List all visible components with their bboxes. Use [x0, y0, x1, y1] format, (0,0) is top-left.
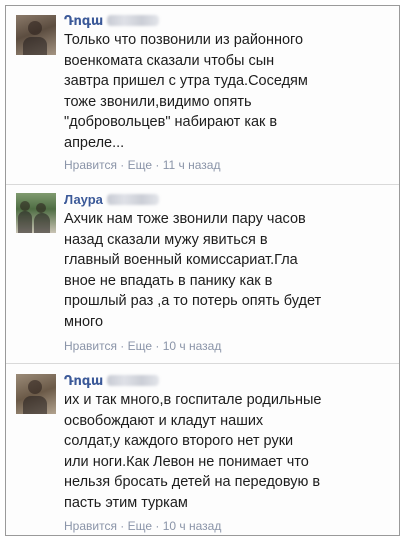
- comment-author[interactable]: Դոգա: [64, 372, 389, 390]
- comment-text-line: вное не впадать в панику как в: [64, 272, 273, 289]
- comment-text-line: завтра пришел с утра туда.Соседям: [64, 73, 308, 89]
- comment-text-line: их и так много,в госпитале родильные: [64, 392, 322, 408]
- comment-text-line: "добровольцев" набирают как в: [64, 114, 278, 130]
- meta-separator: ·: [116, 158, 128, 172]
- comment-text-line: нельзя бросать детей на передовую в: [64, 474, 321, 490]
- author-name[interactable]: Лаура: [64, 192, 103, 207]
- meta-separator: ·: [116, 519, 128, 533]
- comment-author[interactable]: Лаура: [64, 191, 389, 209]
- comment-text-line: Только что позвонили из районного: [64, 32, 304, 48]
- more-link[interactable]: Еще: [128, 339, 152, 353]
- comment-text-line: тоже звонили,видимо опять: [64, 93, 252, 110]
- comment-text: Ахчик нам тоже звонили пару часов назад …: [64, 209, 389, 332]
- redacted-name: [106, 194, 159, 205]
- comment-text-line: много: [64, 313, 104, 330]
- redacted-name: [107, 375, 160, 386]
- comment-meta: Нравится · Еще · 11 ч назад: [64, 157, 389, 173]
- divider: [6, 363, 399, 364]
- avatar[interactable]: [16, 374, 56, 414]
- like-link[interactable]: Нравится: [64, 158, 117, 172]
- meta-separator: ·: [152, 158, 163, 172]
- comment-text-line: пасть этим туркам: [64, 494, 188, 511]
- comment-time[interactable]: 11 ч назад: [163, 158, 221, 172]
- more-link[interactable]: Еще: [128, 158, 152, 172]
- comment-time[interactable]: 10 ч назад: [163, 519, 222, 533]
- redacted-name: [107, 15, 160, 26]
- avatar[interactable]: [16, 193, 56, 233]
- comment-meta: Нравится · Еще · 10 ч назад: [64, 518, 389, 534]
- comments-panel: Դոգա Только что позвонили из районного в…: [5, 5, 400, 536]
- more-link[interactable]: Еще: [128, 519, 152, 533]
- comment-text-line: или ноги.Как Левон не понимает что: [64, 453, 309, 470]
- comment-text: их и так много,в госпитале родильные осв…: [64, 390, 389, 513]
- comment-time[interactable]: 10 ч назад: [163, 339, 222, 353]
- meta-separator: ·: [116, 339, 128, 353]
- divider: [6, 184, 399, 185]
- meta-separator: ·: [152, 519, 163, 533]
- comment-text-line: солдат,у каждого второго нет руки: [64, 433, 294, 449]
- comment-text-line: назад сказали мужу явиться в: [64, 231, 268, 248]
- like-link[interactable]: Нравится: [64, 519, 117, 533]
- comment-text-line: главный военный комиссариат.Гла: [64, 252, 298, 268]
- comment-author[interactable]: Դոգա: [64, 12, 389, 30]
- author-name[interactable]: Դոգա: [64, 373, 103, 388]
- comment-text-line: апреле...: [64, 134, 125, 151]
- avatar[interactable]: [16, 15, 56, 55]
- like-link[interactable]: Нравится: [64, 339, 117, 353]
- meta-separator: ·: [152, 339, 163, 353]
- comment-text-line: освобождают и кладут наших: [64, 412, 264, 429]
- comment-text-line: военкомата сказали чтобы сын: [64, 52, 275, 69]
- comment-text: Только что позвонили из районного военко…: [64, 30, 389, 153]
- author-name[interactable]: Դոգա: [64, 13, 103, 28]
- comment-text-line: прошлый раз ,а то потерь опять будет: [64, 293, 322, 309]
- comment-text-line: Ахчик нам тоже звонили пару часов: [64, 211, 306, 227]
- comment-meta: Нравится · Еще · 10 ч назад: [64, 338, 389, 354]
